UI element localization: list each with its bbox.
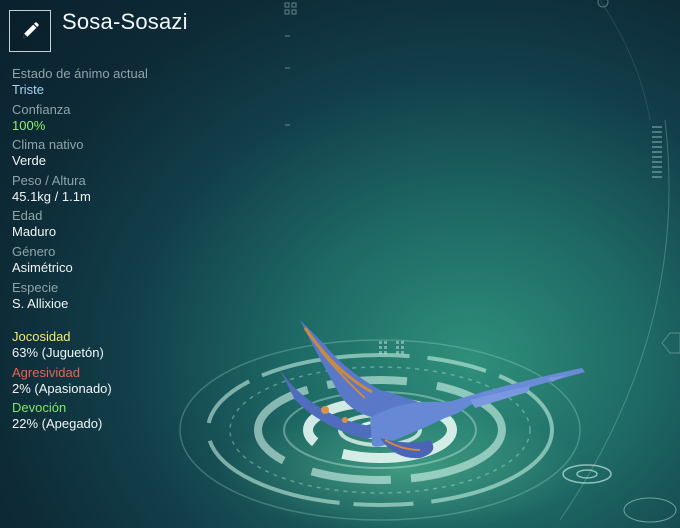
stat-age: Edad Maduro: [12, 208, 252, 244]
stat-value: Verde: [12, 153, 46, 169]
stat-value: 45.1kg / 1.1m: [12, 188, 91, 204]
creature-header: Sosa-Sosazi: [9, 9, 188, 53]
trait-value: 2% (Apasionado): [12, 380, 112, 396]
stat-label: Peso / Altura: [12, 172, 86, 188]
traits-panel: Jocosidad 63% (Juguetón) Agresividad 2% …: [12, 329, 252, 436]
trait-devotion: Devoción 22% (Apegado): [12, 400, 252, 436]
stat-value: 100%: [12, 117, 46, 133]
stat-gender: Género Asimétrico: [12, 244, 252, 280]
stat-label: Género: [12, 243, 56, 259]
stat-label: Clima nativo: [12, 137, 84, 153]
stat-label: Confianza: [12, 101, 71, 117]
stat-label: Estado de ánimo actual: [12, 66, 148, 81]
creature-name: Sosa-Sosazi: [62, 9, 188, 34]
stat-climate: Clima nativo Verde: [12, 137, 252, 173]
pencil-icon: [23, 22, 39, 38]
trait-label: Devoción: [12, 400, 67, 416]
trait-value: 22% (Apegado): [12, 416, 103, 432]
stat-weight-height: Peso / Altura 45.1kg / 1.1m: [12, 173, 252, 209]
stats-panel: Estado de ánimo actual Triste Confianza …: [12, 66, 252, 315]
trait-aggression: Agresividad 2% (Apasionado): [12, 365, 252, 401]
stat-species: Especie S. Allixioe: [12, 280, 252, 316]
stat-value: Maduro: [12, 224, 57, 240]
stat-mood: Estado de ánimo actual Triste: [12, 66, 252, 102]
stat-label: Especie: [12, 279, 59, 295]
edit-name-button[interactable]: [9, 10, 51, 52]
trait-value: 63% (Juguetón): [12, 345, 104, 360]
stat-label: Edad: [12, 208, 43, 224]
trait-label: Agresividad: [12, 364, 80, 380]
stat-value: Triste: [12, 82, 45, 97]
trait-label: Jocosidad: [12, 329, 71, 344]
stat-trust: Confianza 100%: [12, 102, 252, 138]
stat-value: Asimétrico: [12, 259, 73, 275]
stat-value: S. Allixioe: [12, 295, 69, 311]
trait-playfulness: Jocosidad 63% (Juguetón): [12, 329, 252, 365]
